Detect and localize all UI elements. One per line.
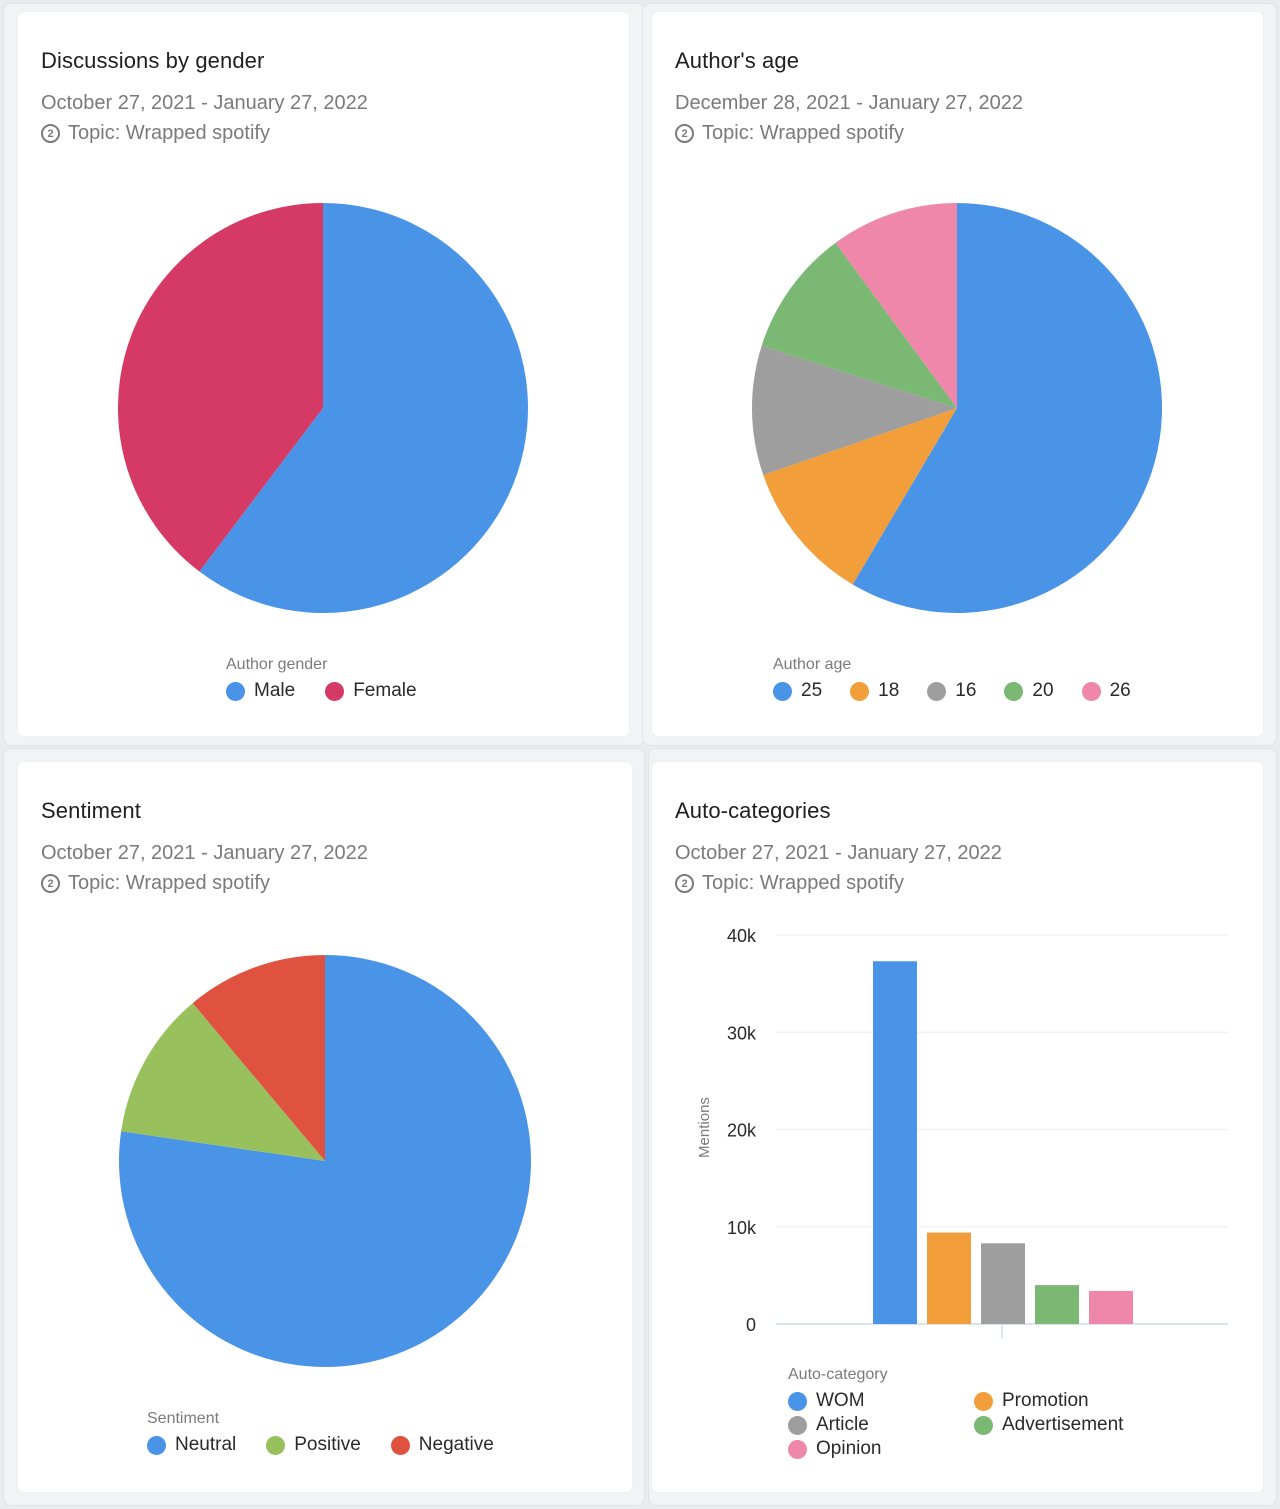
legend-title: Author gender — [226, 656, 328, 673]
y-tick-label: 40k — [727, 926, 757, 946]
legend-item-wom[interactable]: WOM — [788, 1390, 974, 1412]
bar-opinion[interactable] — [1089, 1290, 1133, 1324]
legend-item-female[interactable]: Female — [325, 680, 417, 702]
card-auto-categories: Auto-categories October 27, 2021 - Janua… — [652, 762, 1263, 1492]
legend-item-article[interactable]: Article — [788, 1414, 974, 1436]
legend-item-25[interactable]: 25 — [773, 680, 822, 702]
legend-label: Promotion — [1002, 1390, 1089, 1411]
sentiment-pie-chart — [118, 955, 531, 1367]
legend-title: Sentiment — [147, 1410, 220, 1427]
legend-label: 26 — [1109, 680, 1131, 701]
legend-title: Author age — [773, 656, 852, 673]
legend-dot-icon — [1081, 681, 1101, 701]
legend-label: Negative — [418, 1434, 494, 1455]
legend-label: 25 — [801, 680, 823, 701]
legend-dot-icon — [788, 1415, 807, 1435]
y-tick-label: 20k — [727, 1121, 757, 1141]
gender-legend: Author gender Male Female — [226, 656, 447, 702]
legend-dot-icon — [788, 1391, 807, 1411]
bar-wom[interactable] — [873, 961, 917, 1324]
legend-item-promotion[interactable]: Promotion — [974, 1390, 1174, 1412]
legend-dot-icon — [927, 681, 947, 701]
card-authors-age: Author's age December 28, 2021 - January… — [652, 12, 1263, 736]
age-legend: Author age 25 18 16 20 26 — [773, 656, 1159, 702]
legend-item-neutral[interactable]: Neutral — [147, 1434, 236, 1456]
card-discussions-by-gender: Discussions by gender October 27, 2021 -… — [18, 12, 629, 736]
legend-item-opinion[interactable]: Opinion — [788, 1438, 974, 1460]
legend-label: 18 — [878, 680, 900, 701]
legend-item-male[interactable]: Male — [226, 680, 295, 702]
legend-item-26[interactable]: 26 — [1081, 680, 1131, 702]
legend-label: 16 — [955, 680, 977, 701]
legend-label: Neutral — [175, 1434, 237, 1455]
legend-label: 20 — [1032, 680, 1054, 701]
sentiment-legend: Sentiment Neutral Positive Negative — [147, 1410, 524, 1456]
legend-title: Auto-category — [788, 1366, 888, 1383]
legend-dot-icon — [390, 1435, 410, 1455]
legend-item-20[interactable]: 20 — [1004, 680, 1054, 702]
auto-categories-bar-chart: 0 10k 20k 30k 40k Mentions — [696, 926, 1228, 1338]
legend-item-16[interactable]: 16 — [927, 680, 976, 702]
legend-label: Female — [353, 680, 417, 701]
legend-dot-icon — [1004, 681, 1024, 701]
legend-dot-icon — [325, 681, 345, 701]
age-pie-chart — [752, 203, 1163, 613]
legend-dot-icon — [974, 1391, 993, 1411]
legend-label: Article — [816, 1414, 869, 1435]
legend-dot-icon — [788, 1439, 807, 1459]
legend-item-18[interactable]: 18 — [850, 680, 899, 702]
y-tick-label: 0 — [746, 1315, 756, 1335]
legend-label: Male — [254, 680, 296, 701]
legend-dot-icon — [773, 681, 792, 701]
bar-promotion[interactable] — [927, 1232, 971, 1324]
legend-label: Opinion — [816, 1438, 882, 1459]
bar-advertisement[interactable] — [1035, 1285, 1079, 1324]
legend-label: Positive — [294, 1434, 361, 1455]
legend-dot-icon — [850, 681, 870, 701]
legend-item-positive[interactable]: Positive — [266, 1434, 361, 1456]
legend-dot-icon — [974, 1415, 993, 1435]
legend-dot-icon — [226, 681, 245, 701]
y-tick-label: 10k — [727, 1218, 757, 1238]
y-tick-label: 30k — [727, 1023, 757, 1043]
legend-dot-icon — [147, 1435, 166, 1455]
legend-label: Advertisement — [1002, 1414, 1124, 1435]
legend-item-negative[interactable]: Negative — [390, 1434, 494, 1456]
legend-item-advertisement[interactable]: Advertisement — [974, 1414, 1174, 1436]
gender-pie-chart — [117, 203, 528, 613]
y-axis-label: Mentions — [696, 1097, 713, 1158]
card-sentiment: Sentiment October 27, 2021 - January 27,… — [18, 762, 632, 1492]
legend-label: WOM — [816, 1390, 865, 1411]
auto-category-legend: Auto-category WOM Promotion Article Adverti… — [788, 1366, 1174, 1460]
bar-article[interactable] — [981, 1243, 1025, 1324]
legend-dot-icon — [266, 1435, 286, 1455]
